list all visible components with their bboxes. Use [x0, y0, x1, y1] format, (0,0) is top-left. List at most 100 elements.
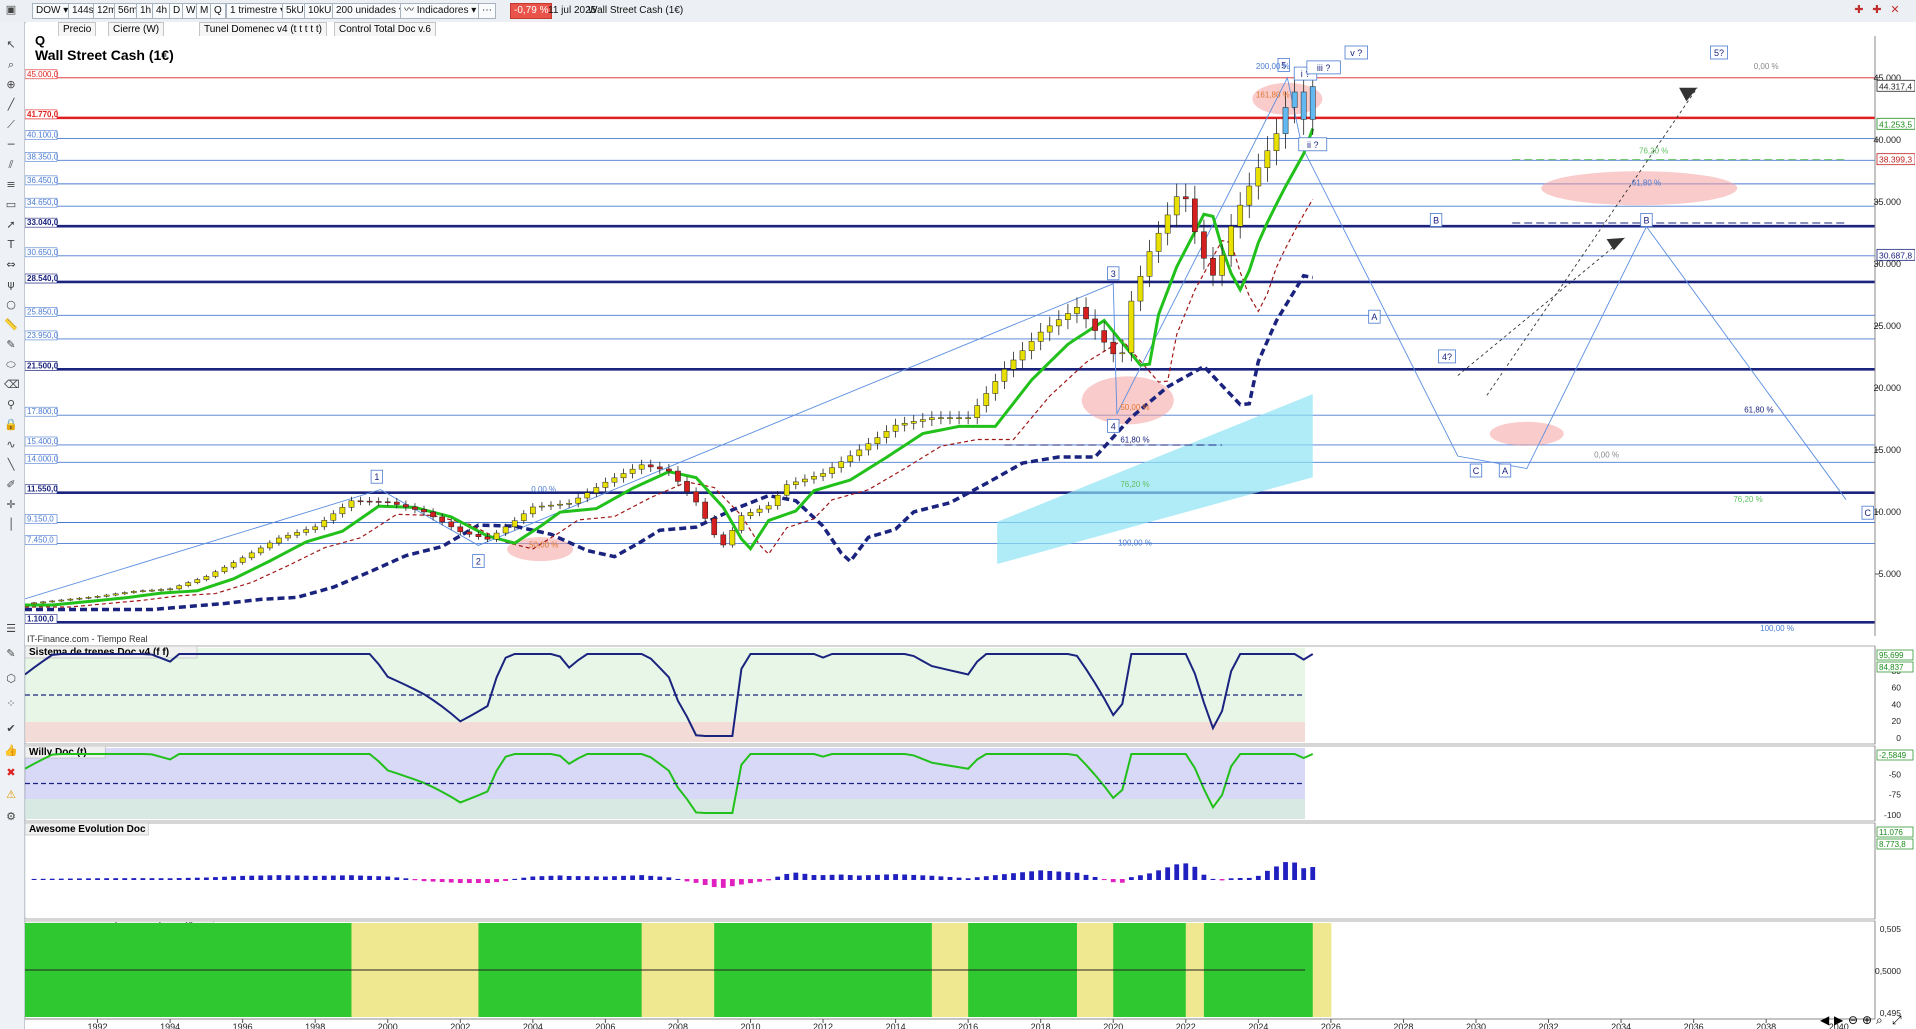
awesome-bar — [729, 879, 735, 887]
drawing-toolbar: ↖ ⌕ ⊕ ╱ ⟋ ─ ⫽ ≡ ▭ ➚ T ⇔ ψ ○ 📏 ✎ ⬭ ⌫ ⚲ 🔒 … — [0, 22, 25, 1029]
close-icon[interactable]: ✕ — [1888, 3, 1902, 17]
dots-icon[interactable]: ⁘ — [4, 697, 18, 711]
draw-tools-icon[interactable]: ✎ — [4, 647, 18, 661]
arrow-icon[interactable]: ➚ — [4, 218, 18, 232]
candle-body — [910, 421, 917, 424]
delete-icon[interactable]: ✖ — [4, 766, 18, 780]
eraser-icon[interactable]: ⌫ — [4, 378, 20, 392]
awesome-bar — [494, 879, 499, 883]
warning-icon[interactable]: ⚠ — [4, 788, 18, 802]
candle-body — [1210, 258, 1216, 276]
circle-icon[interactable]: ○ — [4, 298, 18, 312]
level-label: 7.450,0 — [27, 536, 54, 545]
more-button[interactable]: ⋯ — [478, 3, 496, 19]
candle-body — [421, 509, 427, 513]
indicators-button[interactable]: 〰 Indicadores ▾ — [400, 3, 481, 19]
candle-body — [457, 526, 464, 533]
fib-percent-label: 61,80 % — [1120, 435, 1149, 444]
candle-body — [1028, 341, 1035, 351]
ruler-icon[interactable]: 📏 — [4, 318, 18, 332]
maximize-icon[interactable]: ✚ — [1870, 3, 1884, 17]
magnet-icon[interactable]: ⚲ — [4, 398, 18, 412]
ellipse-icon[interactable]: ⬭ — [4, 358, 18, 372]
candle-body — [529, 506, 536, 515]
wave-icon[interactable]: ∿ — [4, 438, 18, 452]
trend-icon[interactable]: ⟋ — [4, 118, 18, 132]
level-label: 30.650,0 — [27, 248, 59, 257]
candle-body — [647, 464, 654, 468]
time-tick-label: 2002 — [450, 1022, 470, 1029]
cursor-icon[interactable]: ↖ — [4, 38, 18, 52]
indicator-panel-fill — [25, 825, 1305, 917]
awesome-bar — [802, 873, 808, 880]
lock-icon[interactable]: 🔒 — [4, 418, 18, 432]
overlay-precio[interactable]: Precio — [58, 22, 97, 37]
slash-icon[interactable]: ╲ — [4, 458, 18, 472]
search-bottom-icon[interactable]: ⌕ — [1876, 1013, 1883, 1028]
candle-body — [384, 501, 391, 503]
candle-body — [267, 542, 273, 549]
fib-percent-label: 0,00 % — [1594, 450, 1619, 459]
candle-body — [938, 417, 944, 419]
tf-q[interactable]: Q — [210, 3, 226, 19]
thumbs-up-icon[interactable]: 👍 — [4, 744, 18, 758]
vline-icon[interactable]: │ — [4, 518, 18, 532]
shapes-icon[interactable]: ⬡ — [4, 672, 18, 686]
time-tick-label: 2008 — [668, 1022, 688, 1029]
hline-icon[interactable]: ─ — [4, 138, 18, 152]
line-icon[interactable]: ╱ — [4, 98, 18, 112]
channel-icon[interactable]: ⫽ — [4, 158, 18, 172]
wave-label: v ? — [1350, 48, 1362, 58]
candle-body — [620, 473, 627, 479]
measure-icon[interactable]: ⇔ — [4, 258, 18, 272]
pencil-icon[interactable]: ✐ — [4, 478, 18, 492]
zoom-out-icon[interactable]: ⊖ — [1848, 1013, 1858, 1027]
candle-body — [1083, 307, 1089, 320]
fit-icon[interactable]: ⤢ — [1892, 1013, 1902, 1028]
price-tag: 41.253,5 — [1879, 119, 1912, 129]
candle-body — [185, 582, 192, 587]
target-ellipse — [1541, 171, 1738, 206]
awesome-bar — [856, 875, 862, 880]
awesome-bar — [203, 877, 209, 880]
overlay-cierre[interactable]: Cierre (W) — [108, 22, 165, 37]
chart-canvas[interactable]: 45.000,0 41.770,0 40.100,0 38.350,0 36.450,0… — [25, 36, 1915, 1029]
size-10ku[interactable]: 10kU — [304, 3, 336, 19]
brush-icon[interactable]: ✎ — [4, 338, 18, 352]
cross-icon[interactable]: ✛ — [4, 498, 18, 512]
candle-body — [1119, 352, 1126, 355]
layers-icon[interactable]: ☰ — [4, 622, 18, 636]
candle-body — [629, 468, 636, 474]
candle-body — [312, 526, 319, 530]
symbol-select[interactable]: DOW ▾ — [32, 3, 73, 19]
zoom-icon[interactable]: ⌕ — [4, 58, 18, 72]
candle-body — [348, 500, 355, 508]
awesome-bar — [1056, 871, 1062, 880]
candle-body — [285, 534, 291, 539]
candle-body — [375, 501, 382, 503]
rect-icon[interactable]: ▭ — [4, 198, 18, 212]
fib-icon[interactable]: ≡ — [4, 178, 18, 192]
candle-body — [167, 588, 173, 591]
text-icon[interactable]: T — [4, 238, 18, 252]
awesome-bar — [421, 879, 427, 882]
zoom-in-icon[interactable]: ⊕ — [4, 78, 18, 92]
candle-body — [684, 481, 690, 492]
wave-label: 1 — [374, 472, 379, 482]
candle-body — [638, 464, 645, 470]
overlay-control[interactable]: Control Total Doc v.6 — [334, 22, 436, 37]
pitchfork-icon[interactable]: ψ — [4, 278, 18, 292]
prev-icon[interactable]: ◀ — [1820, 1013, 1829, 1027]
overlay-tunel[interactable]: Tunel Domenec v4 (t t t t t) — [199, 22, 328, 37]
next-icon[interactable]: ▶ — [1834, 1013, 1843, 1027]
minimize-icon[interactable]: ✚ — [1852, 3, 1866, 17]
awesome-bar — [793, 872, 799, 880]
check-icon[interactable]: ✔ — [4, 722, 18, 736]
candle-body — [112, 593, 119, 596]
period-select[interactable]: 1 trimestre ▾ — [226, 3, 290, 19]
zoom-in-bottom-icon[interactable]: ⊕ — [1862, 1013, 1872, 1027]
candle-body — [103, 594, 110, 597]
candle-body — [1019, 350, 1026, 361]
settings-icon[interactable]: ⚙ — [4, 810, 18, 824]
units-select[interactable]: 200 unidades ▾ — [332, 3, 408, 19]
